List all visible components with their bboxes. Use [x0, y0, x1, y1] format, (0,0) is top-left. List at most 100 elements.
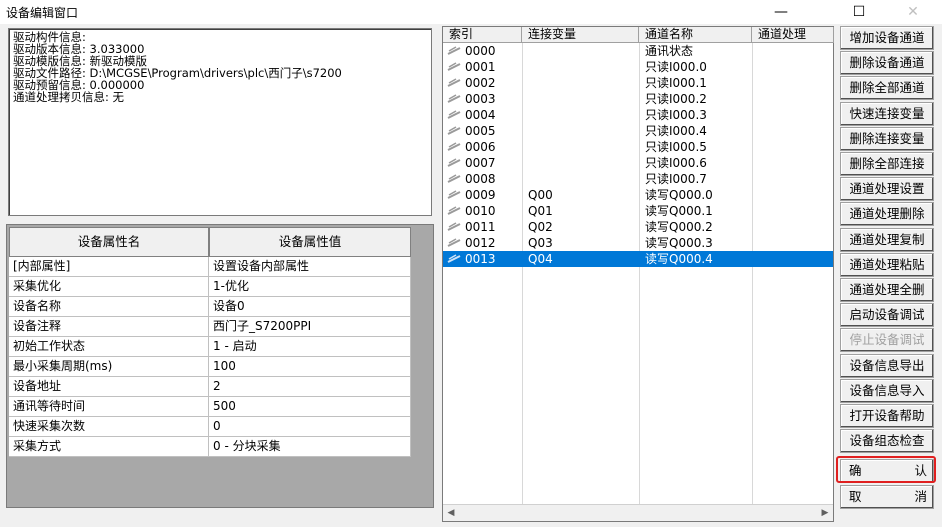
device-config-check-button[interactable]: 设备组态检查 [840, 429, 934, 454]
stop-device-debug-button[interactable]: 停止设备调试 [840, 328, 934, 353]
cancel-button[interactable]: 取 消 [840, 485, 934, 509]
property-row[interactable]: 快速采集次数 0 [9, 417, 411, 437]
channel-variable: Q00 [528, 188, 553, 202]
confirm-button[interactable]: 确 认 [840, 459, 934, 483]
channel-list-header: 索引 连接变量 通道名称 通道处理 [443, 27, 834, 43]
device-properties-panel: 设备属性名 设备属性值 [内部属性] 设置设备内部属性 采集优化 1-优化 设备… [6, 224, 434, 508]
channel-row[interactable]: 0012 Q03 读写Q000.3 [443, 235, 833, 251]
property-row[interactable]: 通讯等待时间 500 [9, 397, 411, 417]
channel-variable: Q04 [528, 252, 553, 266]
property-name: 设备注释 [9, 317, 209, 337]
channel-process-copy-button[interactable]: 通道处理复制 [840, 227, 934, 252]
cancel-label-left: 取 [849, 489, 862, 504]
property-value[interactable]: 1 - 启动 [209, 337, 411, 357]
driver-info-box[interactable]: 驱动构件信息: 驱动版本信息: 3.033000 驱动模版信息: 新驱动模版 驱… [8, 28, 432, 216]
property-name: 最小采集周期(ms) [9, 357, 209, 377]
property-row[interactable]: 设备名称 设备0 [9, 297, 411, 317]
channel-row[interactable]: 0000 通讯状态 [443, 43, 833, 59]
channel-row[interactable]: 0001 只读I000.0 [443, 59, 833, 75]
property-value[interactable]: 2 [209, 377, 411, 397]
channel-icon [447, 110, 461, 119]
channel-row[interactable]: 0004 只读I000.3 [443, 107, 833, 123]
confirm-label-right: 认 [914, 463, 927, 478]
channel-index: 0010 [465, 204, 496, 218]
header-channel-process[interactable]: 通道处理 [752, 27, 834, 43]
window-title: 设备编辑窗口 [6, 6, 79, 20]
channel-icon [447, 126, 461, 135]
property-value[interactable]: 0 - 分块采集 [209, 437, 411, 457]
header-index[interactable]: 索引 [443, 27, 522, 43]
property-row[interactable]: 设备地址 2 [9, 377, 411, 397]
property-row[interactable]: 初始工作状态 1 - 启动 [9, 337, 411, 357]
channel-row[interactable]: 0011 Q02 读写Q000.2 [443, 219, 833, 235]
confirm-label-left: 确 [849, 463, 862, 478]
channel-icon [447, 222, 461, 231]
channel-icon [447, 46, 461, 55]
property-value[interactable]: 0 [209, 417, 411, 437]
add-channel-button[interactable]: 增加设备通道 [840, 26, 934, 50]
channel-name: 只读I000.7 [645, 172, 707, 186]
property-row[interactable]: [内部属性] 设置设备内部属性 [9, 257, 411, 277]
channel-row[interactable]: 0003 只读I000.2 [443, 91, 833, 107]
horizontal-scrollbar[interactable]: ◀ ▶ [443, 504, 833, 521]
channel-row[interactable]: 0013 Q04 读写Q000.4 [443, 251, 833, 267]
property-value[interactable]: 西门子_S7200PPI [209, 317, 411, 337]
scroll-left-arrow-icon[interactable]: ◀ [443, 505, 459, 521]
import-device-info-button[interactable]: 设备信息导入 [840, 378, 934, 403]
property-value[interactable]: 1-优化 [209, 277, 411, 297]
title-bar: 设备编辑窗口 — ☐ ✕ [0, 0, 942, 24]
channel-name: 只读I000.5 [645, 140, 707, 154]
channel-process-delete-button[interactable]: 通道处理删除 [840, 202, 934, 227]
channel-list[interactable]: 索引 连接变量 通道名称 通道处理 0000 通讯状态 0001 只读I000.0 00… [442, 26, 834, 522]
channel-process-paste-button[interactable]: 通道处理粘贴 [840, 252, 934, 277]
channel-row[interactable]: 0008 只读I000.7 [443, 171, 833, 187]
header-channel-name[interactable]: 通道名称 [639, 27, 752, 43]
property-name: 采集方式 [9, 437, 209, 457]
channel-name: 只读I000.6 [645, 156, 707, 170]
channel-row[interactable]: 0009 Q00 读写Q000.0 [443, 187, 833, 203]
channel-name: 读写Q000.3 [645, 236, 713, 250]
property-value[interactable]: 500 [209, 397, 411, 417]
export-device-info-button[interactable]: 设备信息导出 [840, 353, 934, 378]
property-value[interactable]: 设备0 [209, 297, 411, 317]
scroll-right-arrow-icon[interactable]: ▶ [817, 505, 833, 521]
channel-index: 0005 [465, 124, 496, 138]
channel-icon [447, 174, 461, 183]
delete-all-channels-button[interactable]: 删除全部通道 [840, 76, 934, 101]
minimize-button[interactable]: — [758, 0, 804, 24]
header-property-name[interactable]: 设备属性名 [9, 227, 209, 257]
header-connected-variable[interactable]: 连接变量 [522, 27, 639, 43]
quick-connect-button[interactable]: 快速连接变量 [840, 101, 934, 126]
channel-row[interactable]: 0007 只读I000.6 [443, 155, 833, 171]
channel-name: 读写Q000.0 [645, 188, 713, 202]
property-row[interactable]: 最小采集周期(ms) 100 [9, 357, 411, 377]
channel-icon [447, 190, 461, 199]
channel-index: 0002 [465, 76, 496, 90]
delete-all-connections-button[interactable]: 删除全部连接 [840, 152, 934, 176]
delete-connection-button[interactable]: 删除连接变量 [840, 126, 934, 151]
property-row[interactable]: 采集优化 1-优化 [9, 277, 411, 297]
channel-index: 0001 [465, 60, 496, 74]
channel-index: 0007 [465, 156, 496, 170]
property-name: 设备地址 [9, 377, 209, 397]
delete-channel-button[interactable]: 删除设备通道 [840, 51, 934, 76]
property-value[interactable]: 100 [209, 357, 411, 377]
channel-icon [447, 254, 461, 263]
channel-row[interactable]: 0006 只读I000.5 [443, 139, 833, 155]
channel-icon [447, 62, 461, 71]
property-value[interactable]: 设置设备内部属性 [209, 257, 411, 277]
channel-row[interactable]: 0010 Q01 读写Q000.1 [443, 203, 833, 219]
channel-row[interactable]: 0005 只读I000.4 [443, 123, 833, 139]
channel-process-delete-all-button[interactable]: 通道处理全删 [840, 278, 934, 302]
channel-process-settings-button[interactable]: 通道处理设置 [840, 177, 934, 202]
start-device-debug-button[interactable]: 启动设备调试 [840, 303, 934, 328]
open-device-help-button[interactable]: 打开设备帮助 [840, 404, 934, 428]
property-row[interactable]: 设备注释 西门子_S7200PPI [9, 317, 411, 337]
property-row[interactable]: 采集方式 0 - 分块采集 [9, 437, 411, 457]
maximize-button[interactable]: ☐ [836, 0, 882, 24]
property-name: 快速采集次数 [9, 417, 209, 437]
close-button[interactable]: ✕ [890, 0, 936, 24]
header-property-value[interactable]: 设备属性值 [209, 227, 411, 257]
channel-index: 0013 [465, 252, 496, 266]
channel-row[interactable]: 0002 只读I000.1 [443, 75, 833, 91]
